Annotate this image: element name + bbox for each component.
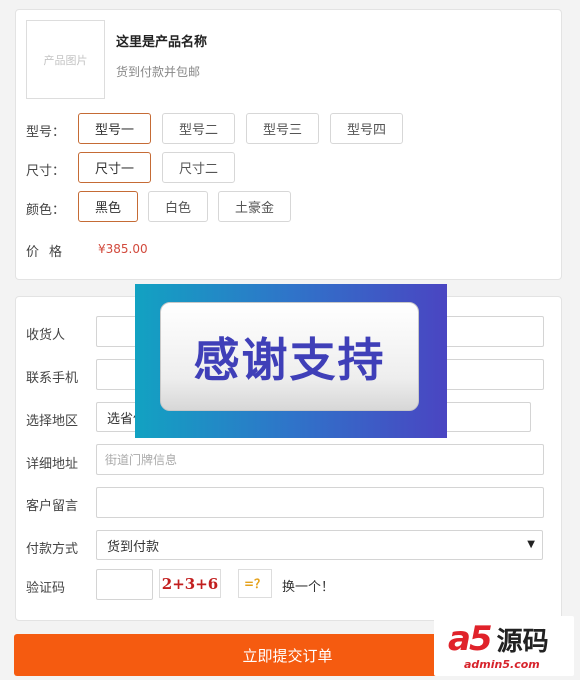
model-option-2[interactable]: 型号二 bbox=[162, 113, 235, 144]
region-label: 选择地区 bbox=[26, 414, 79, 429]
message-label: 客户留言 bbox=[26, 499, 79, 514]
product-image-placeholder: 产品图片 bbox=[26, 20, 105, 99]
logo-url: admin5.com bbox=[464, 658, 540, 671]
color-option-gold[interactable]: 土豪金 bbox=[218, 191, 291, 222]
logo-5: 5 bbox=[468, 619, 493, 659]
captcha-refresh-link[interactable]: 换一个！ bbox=[282, 576, 334, 595]
color-option-white[interactable]: 白色 bbox=[148, 191, 208, 222]
logo-cn: 源码 bbox=[496, 627, 549, 657]
color-label: 颜色： bbox=[26, 203, 66, 218]
phone-label: 联系手机 bbox=[26, 371, 79, 386]
recipient-label: 收货人 bbox=[26, 328, 66, 343]
product-card: 产品图片 这里是产品名称 货到付款并包邮 型号： 型号一 型号二 型号三 型号四… bbox=[15, 9, 562, 280]
price-label: 价格 bbox=[26, 245, 73, 260]
model-option-4[interactable]: 型号四 bbox=[330, 113, 403, 144]
size-option-2[interactable]: 尺寸二 bbox=[162, 152, 235, 183]
address-label: 详细地址 bbox=[26, 457, 79, 472]
captcha-label: 验证码 bbox=[26, 581, 66, 596]
price-value: ¥385.00 bbox=[98, 242, 148, 256]
message-input[interactable] bbox=[96, 487, 544, 518]
product-name: 这里是产品名称 bbox=[116, 35, 208, 50]
model-label: 型号： bbox=[26, 125, 66, 140]
admin5-logo: a 5 源码 admin5.com bbox=[434, 616, 574, 676]
size-label: 尺寸： bbox=[26, 164, 66, 179]
payment-label: 付款方式 bbox=[26, 542, 79, 557]
thanks-banner: 感谢支持 bbox=[135, 284, 447, 438]
address-input[interactable] bbox=[96, 444, 544, 475]
size-option-1[interactable]: 尺寸一 bbox=[78, 152, 151, 183]
model-option-3[interactable]: 型号三 bbox=[246, 113, 319, 144]
color-option-black[interactable]: 黑色 bbox=[78, 191, 138, 222]
model-option-1[interactable]: 型号一 bbox=[78, 113, 151, 144]
captcha-image[interactable]: 2+3+6 bbox=[159, 569, 221, 598]
logo-a: a bbox=[448, 619, 471, 659]
dropdown-arrow-icon: ▼ bbox=[527, 539, 535, 550]
payment-select[interactable]: 货到付款 ▼ bbox=[96, 530, 543, 560]
captcha-input[interactable] bbox=[96, 569, 153, 600]
payment-select-value: 货到付款 bbox=[107, 539, 160, 555]
captcha-equals: =？ bbox=[238, 569, 272, 598]
product-subtitle: 货到付款并包邮 bbox=[116, 65, 201, 79]
thanks-banner-text: 感谢支持 bbox=[160, 302, 419, 411]
